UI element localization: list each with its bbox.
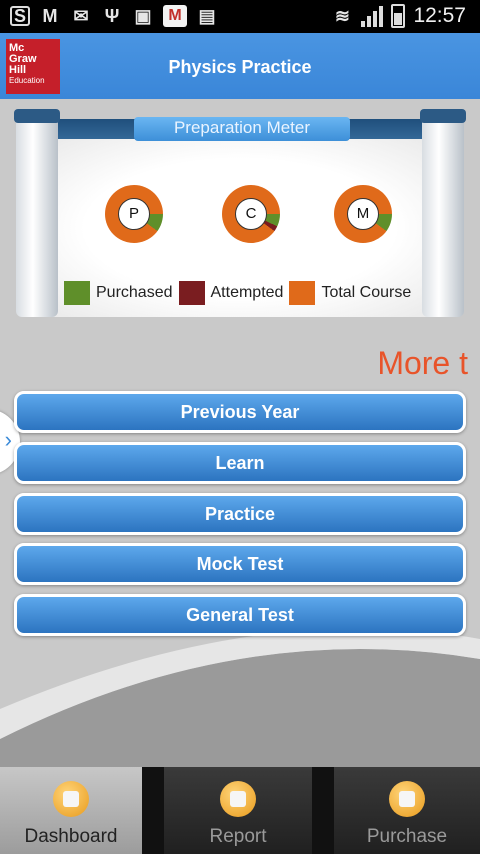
maths-donut-letter: M	[347, 198, 379, 230]
learn-button[interactable]: Learn	[14, 442, 466, 484]
general-test-button[interactable]: General Test	[14, 594, 466, 636]
chemistry-donut[interactable]: C	[222, 185, 280, 243]
tab-report-label: Report	[209, 826, 267, 847]
tab-purchase-label: Purchase	[366, 826, 448, 847]
battery-icon	[391, 4, 406, 28]
image-icon: ▣	[134, 5, 152, 26]
mock-test-button[interactable]: Mock Test	[14, 543, 466, 585]
legend-swatch-purchased	[64, 281, 90, 305]
chemistry-donut-letter: C	[235, 198, 267, 230]
bottom-tab-bar: Dashboard Report Purchase	[0, 767, 480, 854]
physics-donut-letter: P	[118, 198, 150, 230]
tab-dashboard-label: Dashboard	[24, 826, 118, 847]
usb-icon: Ψ	[104, 5, 120, 26]
report-icon	[220, 781, 256, 817]
wifi-icon: ≋	[334, 5, 350, 26]
signal-icon	[361, 5, 384, 27]
dashboard-icon	[53, 781, 89, 817]
app-title: Physics Practice	[168, 57, 312, 77]
physics-donut[interactable]: P	[105, 185, 163, 243]
skype-icon: S	[10, 6, 30, 26]
app-header: Mc Graw Hill Education Physics Practice	[0, 33, 480, 99]
mail-icon: ✉	[73, 5, 89, 26]
tab-purchase[interactable]: Purchase	[334, 767, 480, 854]
practice-button[interactable]: Practice	[14, 493, 466, 535]
legend-label-purchased: Purchased	[96, 284, 173, 301]
scroll-roller-right	[420, 109, 466, 317]
chevron-right-icon: ›	[4, 427, 12, 452]
meter-legend: Purchased Attempted Total Course	[64, 281, 417, 305]
legend-label-total-course: Total Course	[321, 284, 412, 301]
briefcase-icon: ▤	[198, 5, 216, 26]
maths-donut[interactable]: M	[334, 185, 392, 243]
scroll-roller-left	[14, 109, 60, 317]
status-bar: S M ✉ Ψ ▣ M ▤ ≋ 12:57	[0, 0, 480, 33]
previous-year-button[interactable]: Previous Year	[14, 391, 466, 433]
gmail-app-icon: M	[163, 5, 187, 27]
dashboard-content: Preparation Meter P C M Purchased Attemp…	[0, 99, 480, 767]
legend-label-attempted: Attempted	[210, 284, 284, 301]
tab-report[interactable]: Report	[164, 767, 312, 854]
purchase-icon	[389, 781, 425, 817]
legend-swatch-attempted	[178, 281, 205, 305]
tab-dashboard[interactable]: Dashboard	[0, 767, 142, 854]
legend-swatch-total-course	[289, 281, 316, 305]
preparation-meter: Preparation Meter P C M Purchased Attemp…	[14, 109, 466, 317]
gmail-icon: M	[42, 5, 58, 26]
preparation-meter-label: Preparation Meter	[134, 117, 350, 141]
more-tests-banner[interactable]: More t	[377, 345, 468, 382]
status-time: 12:57	[413, 4, 466, 27]
